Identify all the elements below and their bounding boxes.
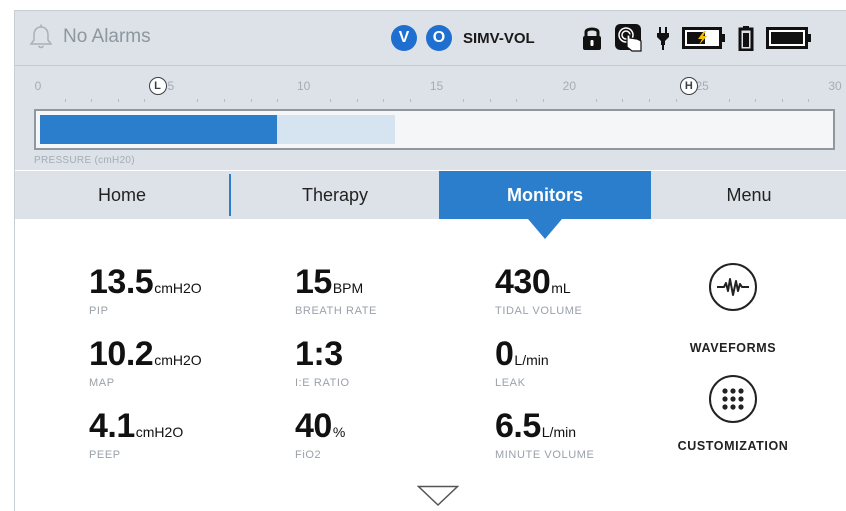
scale-minor-tick [117,99,119,102]
customization-button[interactable]: CUSTOMIZATION [658,375,808,453]
tab-menu[interactable]: Menu [651,171,846,219]
fio2-unit: % [332,424,346,440]
scale-minor-tick [330,99,332,102]
minute-volume-value: 6.5 [495,407,541,445]
scale-minor-tick [595,99,597,102]
status-bar: No Alarms V O SIMV-VOL [15,11,846,66]
scale-minor-tick [463,99,465,102]
metric-tidal-volume: 430mL TIDAL VOLUME [495,263,582,317]
main-tabs: Home Therapy Monitors Menu [15,171,846,219]
scale-minor-tick [516,99,518,102]
leak-value: 0 [495,335,514,373]
metric-fio2: 40% FiO2 [295,407,345,461]
scale-tick-label: 15 [429,79,444,93]
waveform-icon[interactable] [709,263,757,311]
scale-minor-tick [277,99,279,102]
tidal-volume-label: TIDAL VOLUME [495,305,583,317]
pressure-scale: 0 5 10 15 20 25 30 L H PRESSURE (cmH20) [15,66,846,170]
scale-minor-tick [489,99,491,102]
metric-ie-ratio: 1:3 I:E RATIO [295,335,350,389]
scale-minor-tick [197,99,199,102]
breath-rate-label: BREATH RATE [295,305,377,317]
scale-minor-tick [542,99,544,102]
metric-map: 10.2cmH2O MAP [89,335,202,389]
metric-peep: 4.1cmH2O PEEP [89,407,183,461]
scale-tick-label: 30 [828,79,842,93]
breath-rate-unit: BPM [332,280,364,296]
peep-value: 4.1 [89,407,135,445]
metric-leak: 0L/min LEAK [495,335,549,389]
ie-ratio-value: 1:3 [295,335,343,373]
scale-tick-label: 20 [562,79,577,93]
tidal-volume-unit: mL [551,280,571,296]
high-pressure-limit-marker[interactable]: H [679,77,698,95]
volume-mode-badge: V [391,25,417,51]
metric-minute-volume: 6.5L/min MINUTE VOLUME [495,407,594,461]
tidal-volume-value: 430 [495,263,551,301]
ie-ratio-label: I:E RATIO [295,377,350,389]
metric-breath-rate: 15BPM BREATH RATE [295,263,377,317]
scale-minor-tick [356,99,358,102]
waveforms-button[interactable]: WAVEFORMS [668,263,798,355]
dots-grid-icon[interactable] [709,375,757,423]
bell-icon [29,24,53,50]
scale-minor-tick [649,99,651,102]
pressure-bar-label: PRESSURE (cmH20) [34,155,135,166]
pressure-current-fill [40,115,277,144]
metric-pip: 13.5cmH2O PIP [89,263,202,317]
mode-indicators: V O SIMV-VOL [391,25,535,51]
tab-home[interactable]: Home [15,171,229,219]
alarm-text: No Alarms [63,26,151,47]
minute-volume-unit: L/min [541,424,576,440]
alarm-status[interactable]: No Alarms [29,24,151,50]
scale-minor-tick [64,99,66,102]
peep-unit: cmH2O [135,424,184,440]
scroll-down-arrow-icon[interactable] [416,485,460,511]
fio2-value: 40 [295,407,332,445]
scale-minor-tick [223,99,225,102]
breath-rate-value: 15 [295,263,332,301]
pip-unit: cmH2O [154,280,202,296]
ventilation-mode: SIMV-VOL [463,29,535,47]
ac-power-plug-icon [656,25,670,56]
scale-minor-tick [409,99,411,102]
scale-minor-tick [755,99,757,102]
touch-lock-icon[interactable] [614,23,644,58]
scale-tick-label: 5 [167,79,175,93]
battery-full-icon [766,27,812,54]
scale-tick-label: 0 [34,79,42,93]
tab-therapy[interactable]: Therapy [231,171,439,219]
battery-charging-icon [682,27,726,54]
tab-monitors[interactable]: Monitors [439,171,651,219]
scale-minor-tick [781,99,783,102]
map-value: 10.2 [89,335,154,373]
lock-icon[interactable] [582,25,602,56]
scale-minor-tick [250,99,252,102]
oxygen-badge: O [426,25,452,51]
status-icons [582,23,824,58]
battery-small-icon [738,25,754,56]
pressure-bar-track [34,109,835,150]
customization-label: CUSTOMIZATION [677,439,789,453]
scale-minor-tick [728,99,730,102]
waveforms-label: WAVEFORMS [689,341,777,355]
leak-unit: L/min [514,352,549,368]
scale-minor-tick [383,99,385,102]
low-pressure-limit-marker[interactable]: L [148,77,167,95]
minute-volume-label: MINUTE VOLUME [495,449,595,461]
pip-value: 13.5 [89,263,154,301]
scale-minor-tick [808,99,810,102]
scale-minor-tick [144,99,146,102]
scale-minor-tick [675,99,677,102]
scale-tick-label: 10 [296,79,311,93]
ventilator-screen: No Alarms V O SIMV-VOL 0 5 10 15 20 25 3… [14,10,846,511]
scale-minor-tick [622,99,624,102]
scale-minor-tick [91,99,93,102]
map-unit: cmH2O [154,352,202,368]
active-tab-pointer [528,219,562,239]
